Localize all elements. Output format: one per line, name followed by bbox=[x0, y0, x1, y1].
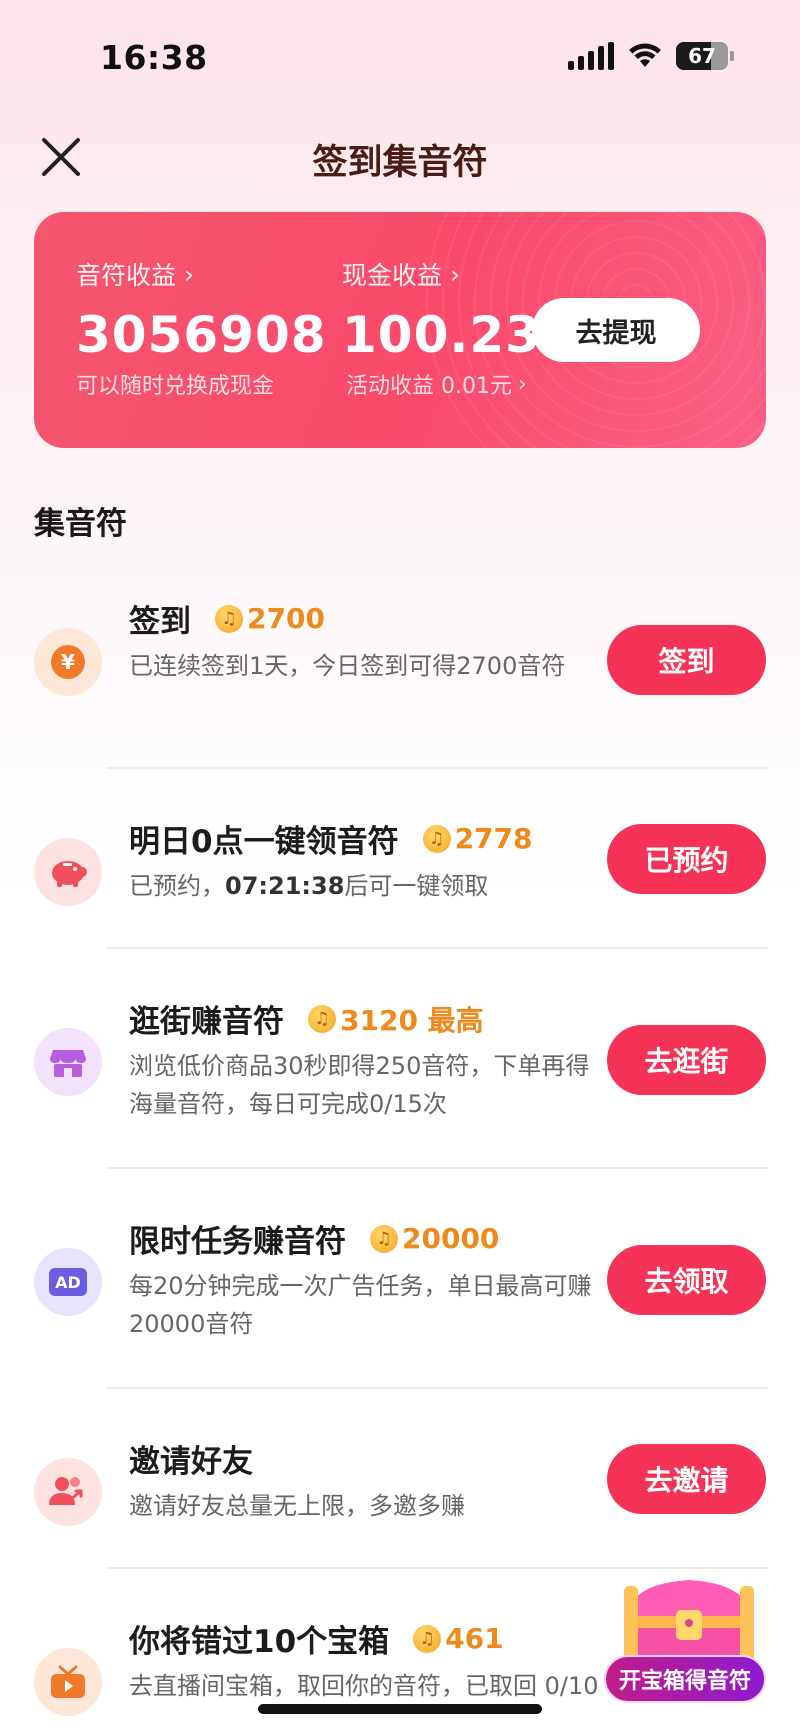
task-description: 去直播间宝箱，取回你的音符，已取回 0/10 bbox=[129, 1672, 599, 1700]
countdown-timer: 07:21:38 bbox=[225, 872, 345, 900]
music-note-coin-icon: ♫ bbox=[370, 1224, 398, 1253]
notes-earnings-label: 音符收益 › bbox=[76, 259, 195, 291]
home-indicator bbox=[258, 1704, 542, 1714]
reward-amount: 2778 bbox=[454, 822, 533, 855]
reward-amount: 20000 bbox=[402, 1222, 500, 1255]
earnings-card: 音符收益 › 3056908 可以随时兑换成现金 现金收益 › 100.23 活… bbox=[34, 212, 766, 448]
notes-earnings[interactable]: 音符收益 › 3056908 可以随时兑换成现金 bbox=[76, 256, 327, 400]
notes-earnings-sub: 可以随时兑换成现金 bbox=[76, 374, 275, 399]
withdraw-button[interactable]: 去提现 bbox=[532, 298, 700, 362]
task-icon-wrap: AD bbox=[34, 1248, 102, 1316]
reward-badge: ♫ 3120 最高 bbox=[308, 999, 484, 1039]
invite-button[interactable]: 去邀请 bbox=[607, 1444, 766, 1514]
svg-text:¥: ¥ bbox=[61, 650, 75, 674]
divider bbox=[107, 1167, 768, 1169]
chevron-right-icon: › bbox=[517, 371, 527, 397]
divider bbox=[107, 947, 768, 949]
reward-amount: 3120 最高 bbox=[340, 1003, 484, 1037]
section-title: 集音符 bbox=[34, 506, 127, 542]
divider bbox=[107, 767, 768, 769]
live-tv-icon bbox=[51, 1665, 85, 1698]
battery-icon: 67 bbox=[676, 42, 728, 70]
activity-earnings-link[interactable]: 活动收益 0.01元 › bbox=[346, 368, 541, 400]
cash-earnings-label: 现金收益 › bbox=[342, 259, 461, 291]
task-description: 邀请好友总量无上限，多邀多赚 bbox=[129, 1492, 465, 1520]
invite-friends-icon bbox=[49, 1477, 83, 1505]
reward-badge: ♫ 2700 bbox=[215, 602, 325, 635]
task-title: 明日0点一键领音符 bbox=[129, 824, 399, 860]
page-title: 签到集音符 bbox=[312, 143, 488, 183]
reward-badge: ♫ 20000 bbox=[370, 1222, 499, 1255]
battery-level-text: 67 bbox=[688, 44, 716, 68]
yuan-coin-icon: ¥ bbox=[51, 645, 85, 679]
music-note-coin-icon: ♫ bbox=[308, 1004, 336, 1033]
cash-earnings[interactable]: 现金收益 › 100.23 活动收益 0.01元 › bbox=[342, 256, 541, 400]
chevron-right-icon: › bbox=[450, 259, 461, 289]
task-description: 浏览低价商品30秒即得250音符，下单再得海量音符，每日可完成0/15次 bbox=[129, 1052, 590, 1118]
chevron-right-icon: › bbox=[184, 259, 195, 289]
claim-button[interactable]: 去领取 bbox=[607, 1245, 766, 1315]
task-title: 逛街赚音符 bbox=[129, 1004, 284, 1040]
task-title: 限时任务赚音符 bbox=[129, 1224, 346, 1260]
open-chest-button[interactable]: 开宝箱得音符 bbox=[604, 1655, 766, 1703]
reward-amount: 2700 bbox=[247, 602, 325, 635]
task-icon-wrap bbox=[34, 1458, 102, 1526]
cash-earnings-value: 100.23 bbox=[342, 306, 541, 364]
task-title: 邀请好友 bbox=[129, 1444, 253, 1480]
shop-icon bbox=[50, 1050, 86, 1077]
task-title: 你将错过10个宝箱 bbox=[129, 1624, 390, 1660]
reward-amount: 461 bbox=[445, 1622, 504, 1655]
status-time: 16:38 bbox=[100, 38, 208, 77]
task-description: 已预约，07:21:38后可一键领取 bbox=[129, 872, 489, 900]
task-icon-wrap bbox=[34, 1028, 102, 1096]
reward-badge: ♫ 2778 bbox=[422, 822, 533, 855]
piggy-bank-icon bbox=[52, 861, 87, 887]
cellular-signal-icon bbox=[568, 42, 614, 70]
task-description: 每20分钟完成一次广告任务，单日最高可赚20000音符 bbox=[129, 1272, 592, 1338]
task-title: 签到 bbox=[129, 604, 191, 640]
reward-badge: ♫ 461 bbox=[413, 1622, 504, 1655]
music-note-coin-icon: ♫ bbox=[422, 824, 451, 853]
task-description: 已连续签到1天，今日签到可得2700音符 bbox=[129, 652, 566, 680]
task-icon-wrap bbox=[34, 1648, 102, 1716]
status-icons: 67 bbox=[568, 42, 734, 70]
status-bar: 16:38 67 bbox=[0, 0, 800, 110]
reserved-button[interactable]: 已预约 bbox=[607, 824, 766, 894]
sign-in-button[interactable]: 签到 bbox=[607, 625, 766, 695]
go-shopping-button[interactable]: 去逛街 bbox=[607, 1025, 766, 1095]
task-icon-wrap: ¥ bbox=[34, 628, 102, 696]
task-icon-wrap bbox=[34, 838, 102, 906]
header: 签到集音符 bbox=[0, 120, 800, 196]
ad-icon: AD bbox=[49, 1268, 87, 1296]
music-note-coin-icon: ♫ bbox=[215, 604, 243, 633]
notes-earnings-value: 3056908 bbox=[76, 306, 327, 364]
divider bbox=[107, 1387, 768, 1389]
wifi-icon bbox=[629, 43, 661, 67]
music-note-coin-icon: ♫ bbox=[413, 1624, 442, 1653]
